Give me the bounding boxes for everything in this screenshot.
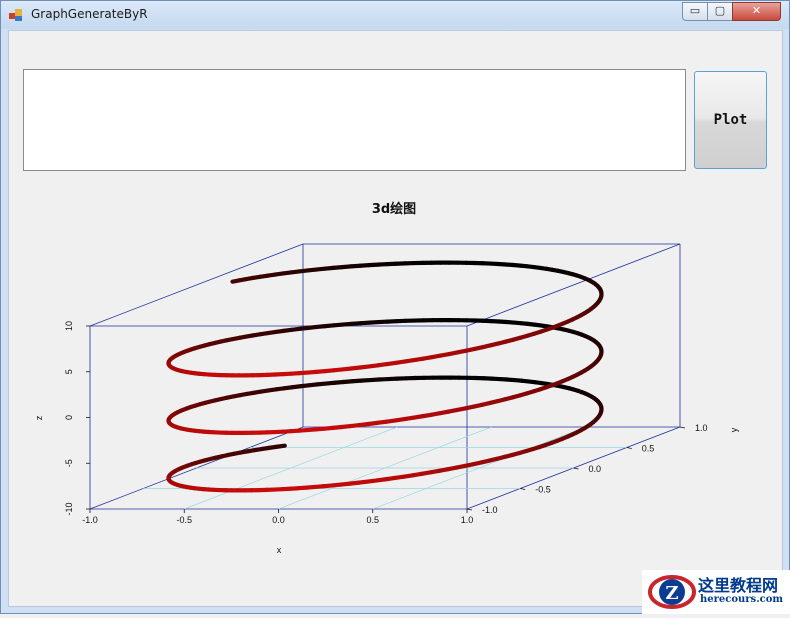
y-tick-label: -1.0 — [482, 505, 498, 515]
z-tick-label: -5 — [64, 459, 74, 467]
chart-title: 3d绘图 — [372, 201, 416, 217]
y-tick-mark — [680, 427, 685, 428]
watermark-text: 这里教程网 — [698, 572, 778, 596]
x-tick-label: -1.0 — [82, 515, 98, 525]
floor-grid — [143, 427, 627, 509]
x-tick-label: 0.5 — [366, 515, 379, 525]
z-axis-label: z — [34, 415, 44, 420]
y-tick-mark — [520, 489, 525, 490]
y-tick-mark — [467, 509, 472, 510]
helix-curve — [168, 263, 601, 491]
z-tick-label: 10 — [64, 321, 74, 331]
y-axis-label: y — [729, 427, 739, 432]
x-tick-label: 1.0 — [461, 515, 474, 525]
svg-text:Z: Z — [665, 583, 678, 604]
x-axis-label: x — [277, 545, 282, 555]
z-tick-label: 5 — [64, 369, 74, 374]
box-edge — [467, 244, 680, 326]
box-edge — [90, 244, 303, 326]
watermark-logo: Z 这里教程网 herecours.com — [642, 570, 790, 614]
y-tick-label: 0.0 — [589, 464, 602, 474]
z-tick-label: -10 — [64, 502, 74, 515]
y-tick-mark — [627, 448, 632, 449]
x-tick-label: 0.0 — [272, 515, 285, 525]
y-tick-mark — [574, 468, 579, 469]
curve-segment — [232, 280, 239, 281]
y-tick-label: 1.0 — [695, 423, 708, 433]
plot-3d: -1.0 -0.5 0.0 0.5 1.0 -1.0 -0.5 0.0 0.5 1.0 -10 -5 0… — [0, 0, 790, 614]
y-tick-label: -0.5 — [535, 485, 551, 495]
watermark-z-icon: Z — [642, 570, 698, 614]
y-tick-label: 0.5 — [642, 444, 655, 454]
z-tick-label: 0 — [64, 415, 74, 420]
watermark-url: herecours.com — [700, 594, 783, 605]
x-tick-label: -0.5 — [176, 515, 192, 525]
